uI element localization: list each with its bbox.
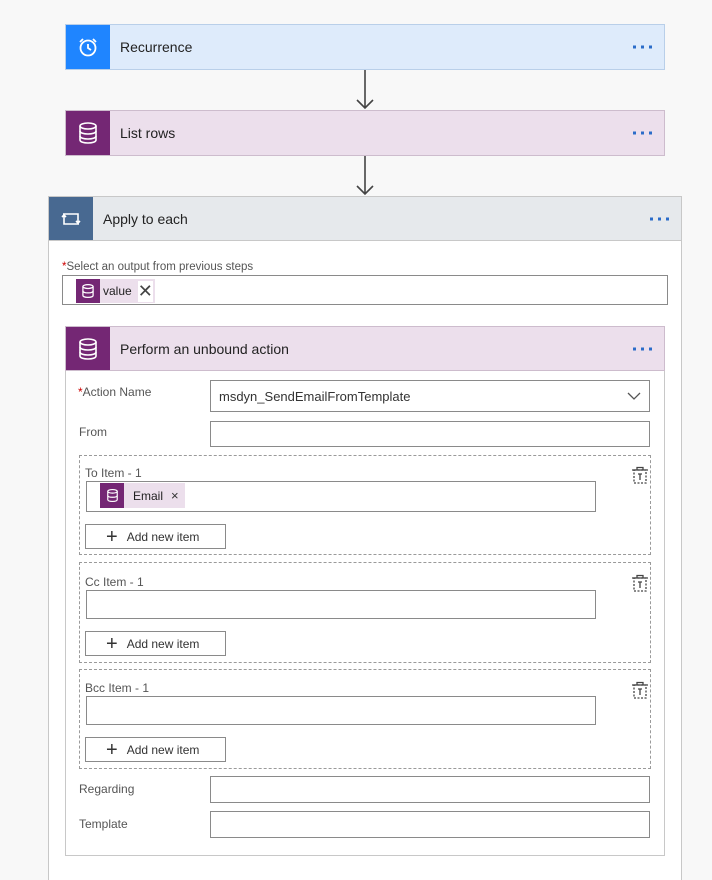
action-name-value: msdyn_SendEmailFromTemplate [219, 388, 411, 404]
action-name-select[interactable]: msdyn_SendEmailFromTemplate [210, 380, 650, 412]
database-icon [76, 279, 100, 303]
list-rows-more-icon[interactable] [633, 131, 652, 135]
delete-item-icon[interactable] [631, 574, 649, 592]
database-icon [100, 483, 124, 508]
perform-action-step[interactable]: Perform an unbound action [65, 326, 665, 371]
value-token-label: value [103, 284, 132, 298]
plus-icon: + [106, 525, 118, 548]
loop-icon [49, 197, 93, 240]
delete-item-icon[interactable] [631, 681, 649, 699]
cc-add-new-item-button[interactable]: + Add new item [85, 631, 226, 656]
regarding-label: Regarding [79, 782, 135, 796]
alarm-clock-icon [66, 25, 110, 69]
perform-action-title: Perform an unbound action [120, 340, 289, 357]
select-output-label: *Select an output from previous steps [62, 261, 253, 273]
perform-action-more-icon[interactable] [633, 347, 652, 350]
from-field[interactable] [210, 421, 650, 447]
cc-item-field[interactable] [86, 590, 596, 619]
action-name-text: Action Name [82, 385, 152, 399]
arrow-down-icon [356, 70, 374, 110]
value-token-remove-icon[interactable]: ✕ [137, 280, 153, 302]
to-item-label: To Item - 1 [85, 466, 142, 480]
bcc-item-field[interactable] [86, 696, 596, 725]
bcc-add-new-item-button[interactable]: + Add new item [85, 737, 226, 762]
apply-to-each-more-icon[interactable] [650, 217, 669, 220]
regarding-field[interactable] [210, 776, 650, 803]
recurrence-more-icon[interactable] [633, 45, 652, 49]
email-token-label: Email [133, 488, 164, 503]
recurrence-title: Recurrence [120, 39, 193, 55]
database-icon [66, 327, 110, 370]
bcc-item-label: Bcc Item - 1 [85, 681, 150, 695]
template-field[interactable] [210, 811, 650, 838]
chevron-down-icon[interactable] [627, 391, 641, 401]
value-token: value ✕ [76, 279, 155, 303]
database-icon [66, 111, 110, 155]
delete-item-icon[interactable] [631, 466, 649, 484]
template-label: Template [79, 817, 128, 831]
action-name-label: *Action Name [78, 385, 151, 399]
add-new-item-label: Add new item [126, 742, 200, 757]
list-rows-title: List rows [120, 125, 176, 141]
arrow-down-icon [356, 156, 374, 196]
list-rows-step[interactable]: List rows [65, 110, 665, 156]
plus-icon: + [106, 738, 118, 761]
to-add-new-item-button[interactable]: + Add new item [85, 524, 226, 549]
add-new-item-label: Add new item [126, 529, 200, 544]
email-token: Email × [100, 483, 185, 508]
cc-item-label: Cc Item - 1 [85, 575, 144, 589]
apply-to-each-title: Apply to each [103, 210, 188, 227]
add-new-item-label: Add new item [126, 636, 200, 651]
email-token-remove-icon[interactable]: × [171, 488, 179, 503]
plus-icon: + [106, 632, 118, 655]
recurrence-step[interactable]: Recurrence [65, 24, 665, 70]
from-label: From [79, 425, 107, 439]
select-output-text: Select an output from previous steps [66, 261, 254, 273]
apply-to-each-step[interactable]: Apply to each [48, 196, 682, 241]
